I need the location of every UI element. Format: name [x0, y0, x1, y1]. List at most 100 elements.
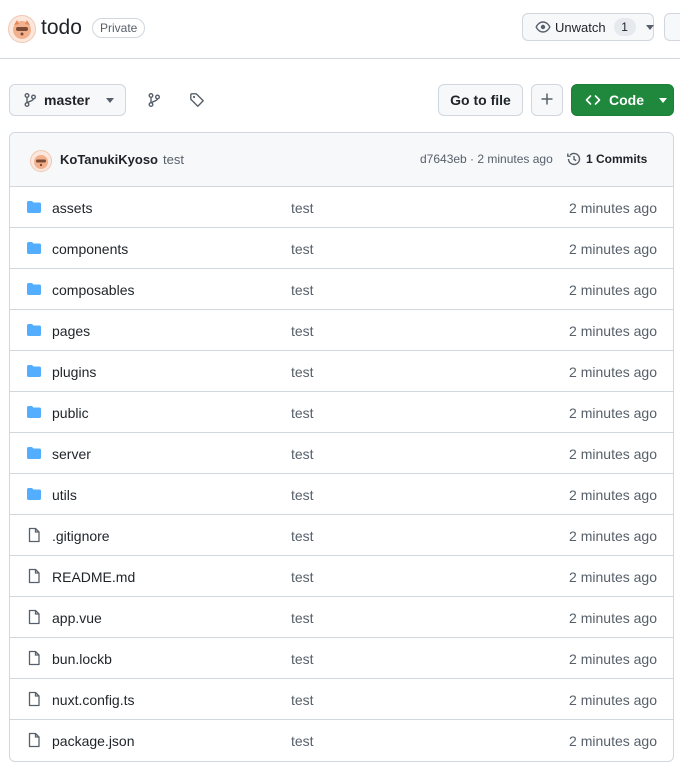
commit-author[interactable]: KoTanukiKyoso [60, 152, 158, 167]
unwatch-label: Unwatch [555, 19, 606, 35]
file-age: 2 minutes ago [569, 610, 657, 626]
file-commit-message[interactable]: test [291, 733, 314, 749]
file-age: 2 minutes ago [569, 569, 657, 585]
file-commit-message[interactable]: test [291, 200, 314, 216]
code-label: Code [609, 92, 644, 108]
file-row[interactable]: README.md test 2 minutes ago [10, 555, 673, 596]
plus-icon [539, 91, 555, 110]
folder-icon [26, 363, 42, 379]
file-row[interactable]: pages test 2 minutes ago [10, 309, 673, 350]
commit-meta[interactable]: d7643eb · 2 minutes ago [420, 152, 553, 166]
unwatch-button[interactable]: Unwatch 1 [522, 13, 654, 41]
tag-icon[interactable] [189, 92, 205, 108]
folder-icon [26, 281, 42, 297]
branch-icon [22, 92, 38, 108]
file-row[interactable]: package.json test 2 minutes ago [10, 719, 673, 760]
commit-author-avatar[interactable] [30, 150, 52, 172]
file-name[interactable]: utils [52, 487, 77, 503]
file-row[interactable]: nuxt.config.ts test 2 minutes ago [10, 678, 673, 719]
eye-icon [535, 19, 551, 35]
file-commit-message[interactable]: test [291, 528, 314, 544]
file-name[interactable]: plugins [52, 364, 96, 380]
file-age: 2 minutes ago [569, 241, 657, 257]
owner-avatar[interactable] [8, 15, 36, 43]
commits-count-label: 1 Commits [586, 152, 648, 166]
file-row[interactable]: .gitignore test 2 minutes ago [10, 514, 673, 555]
repo-name[interactable]: todo [41, 15, 82, 41]
file-name[interactable]: .gitignore [52, 528, 110, 544]
file-commit-message[interactable]: test [291, 364, 314, 380]
folder-icon [26, 486, 42, 502]
history-icon [566, 151, 582, 167]
folder-icon [26, 404, 42, 420]
file-icon [26, 650, 42, 666]
file-age: 2 minutes ago [569, 364, 657, 380]
file-name[interactable]: bun.lockb [52, 651, 112, 667]
file-commit-message[interactable]: test [291, 610, 314, 626]
folder-icon [26, 240, 42, 256]
file-age: 2 minutes ago [569, 528, 657, 544]
go-to-file-button[interactable]: Go to file [438, 84, 523, 116]
file-row[interactable]: app.vue test 2 minutes ago [10, 596, 673, 637]
visibility-badge: Private [92, 18, 146, 38]
file-age: 2 minutes ago [569, 692, 657, 708]
chevron-down-icon [105, 97, 114, 103]
commit-message[interactable]: test [163, 152, 184, 167]
file-name[interactable]: README.md [52, 569, 135, 585]
code-button[interactable]: Code [571, 84, 674, 116]
latest-commit-bar: KoTanukiKyoso test d7643eb · 2 minutes a… [10, 133, 673, 187]
file-row[interactable]: assets test 2 minutes ago [10, 186, 673, 227]
file-name[interactable]: nuxt.config.ts [52, 692, 135, 708]
file-row[interactable]: composables test 2 minutes ago [10, 268, 673, 309]
file-commit-message[interactable]: test [291, 405, 314, 421]
file-commit-message[interactable]: test [291, 569, 314, 585]
file-commit-message[interactable]: test [291, 446, 314, 462]
file-name[interactable]: composables [52, 282, 135, 298]
file-row[interactable]: public test 2 minutes ago [10, 391, 673, 432]
file-icon [26, 568, 42, 584]
file-commit-message[interactable]: test [291, 323, 314, 339]
chevron-down-icon [645, 24, 654, 30]
file-name[interactable]: app.vue [52, 610, 102, 626]
file-name[interactable]: public [52, 405, 89, 421]
star-button[interactable] [664, 13, 680, 41]
file-row[interactable]: plugins test 2 minutes ago [10, 350, 673, 391]
file-browser: KoTanukiKyoso test d7643eb · 2 minutes a… [9, 132, 674, 762]
file-age: 2 minutes ago [569, 487, 657, 503]
file-icon [26, 527, 42, 543]
file-icon [26, 609, 42, 625]
repo-header: todo Private Unwatch 1 [0, 0, 680, 59]
code-icon [585, 92, 601, 108]
file-commit-message[interactable]: test [291, 282, 314, 298]
folder-icon [26, 445, 42, 461]
branches-icon[interactable] [146, 92, 162, 108]
file-row[interactable]: bun.lockb test 2 minutes ago [10, 637, 673, 678]
file-age: 2 minutes ago [569, 282, 657, 298]
file-age: 2 minutes ago [569, 446, 657, 462]
file-commit-message[interactable]: test [291, 692, 314, 708]
folder-icon [26, 322, 42, 338]
file-row[interactable]: components test 2 minutes ago [10, 227, 673, 268]
file-age: 2 minutes ago [569, 323, 657, 339]
file-row[interactable]: server test 2 minutes ago [10, 432, 673, 473]
folder-icon [26, 199, 42, 215]
chevron-down-icon [659, 97, 667, 103]
file-commit-message[interactable]: test [291, 651, 314, 667]
file-commit-message[interactable]: test [291, 487, 314, 503]
repo-toolbar: master Go to file Code [0, 84, 680, 116]
watch-count: 1 [613, 18, 636, 36]
branch-selector[interactable]: master [9, 84, 126, 116]
file-name[interactable]: package.json [52, 733, 135, 749]
file-age: 2 minutes ago [569, 200, 657, 216]
file-name[interactable]: pages [52, 323, 90, 339]
file-age: 2 minutes ago [569, 651, 657, 667]
file-row[interactable]: utils test 2 minutes ago [10, 473, 673, 514]
file-name[interactable]: server [52, 446, 91, 462]
file-commit-message[interactable]: test [291, 241, 314, 257]
commits-link[interactable]: 1 Commits [566, 151, 647, 167]
file-name[interactable]: assets [52, 200, 92, 216]
file-icon [26, 732, 42, 748]
file-age: 2 minutes ago [569, 405, 657, 421]
add-file-button[interactable] [531, 84, 563, 116]
file-name[interactable]: components [52, 241, 128, 257]
